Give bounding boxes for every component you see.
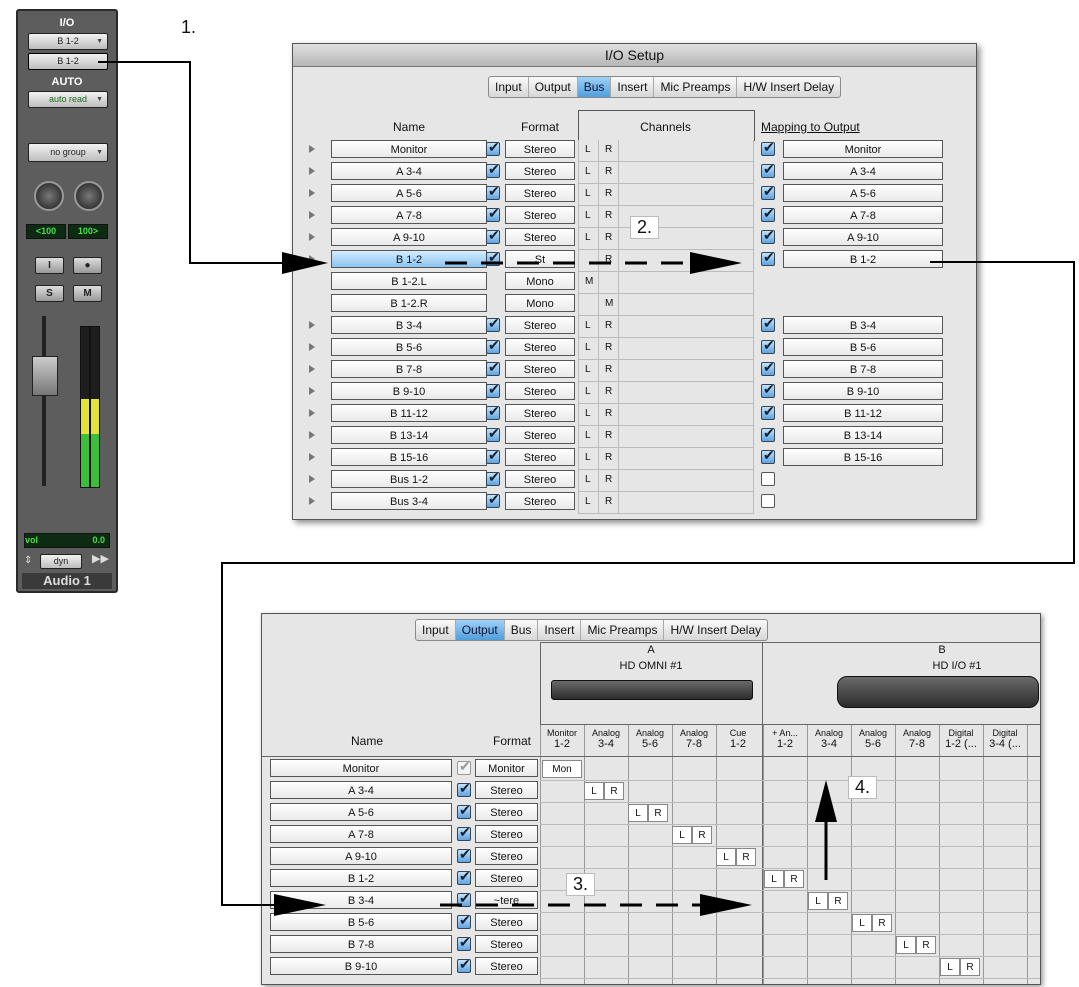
annotation-arrows — [98, 61, 1075, 916]
arrowhead-icon — [282, 252, 328, 274]
arrowhead-icon — [690, 252, 742, 274]
arrowhead-icon — [700, 894, 752, 916]
step-2-label: 2. — [630, 216, 660, 239]
step-4-label: 4. — [848, 776, 878, 799]
arrow-step1 — [98, 61, 286, 264]
connector-line — [221, 261, 1075, 906]
arrowhead-icon — [274, 894, 326, 916]
arrowhead-icon — [815, 780, 837, 822]
step-3-label: 3. — [566, 873, 596, 896]
